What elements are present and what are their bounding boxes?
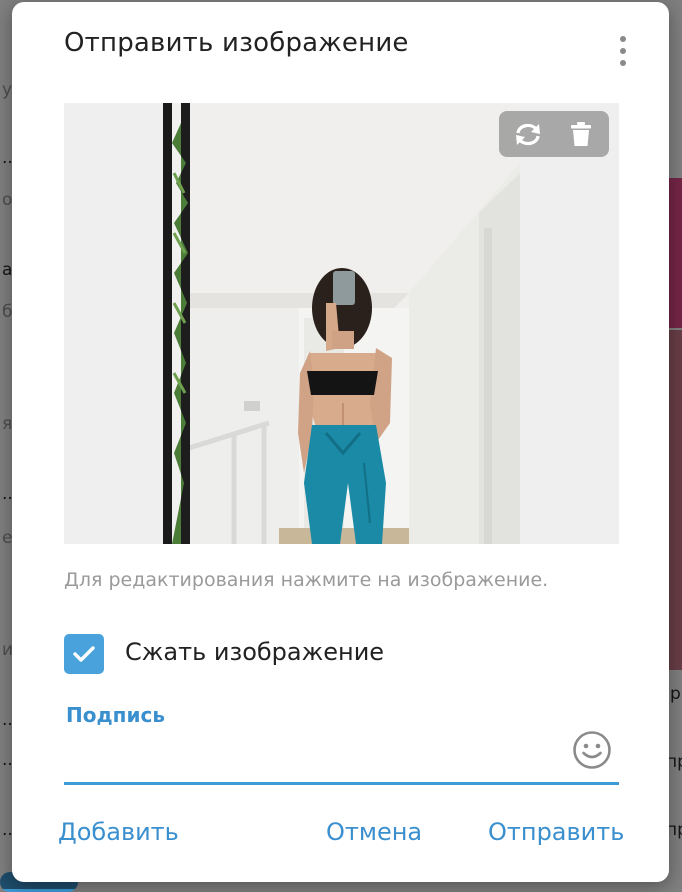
trash-icon[interactable] [554, 111, 609, 157]
caption-label: Подпись [66, 703, 165, 727]
compress-label[interactable]: Сжать изображение [125, 638, 384, 666]
edit-hint: Для редактирования нажмите на изображени… [64, 569, 549, 591]
check-icon [73, 646, 95, 662]
send-image-dialog: Отправить изображение Для редактирования… [12, 2, 669, 882]
caption-input[interactable] [64, 740, 568, 778]
caption-underline [64, 782, 619, 785]
replace-icon[interactable] [499, 111, 554, 157]
dialog-title: Отправить изображение [64, 28, 409, 58]
preview-photo [163, 103, 520, 544]
add-button[interactable]: Добавить [58, 818, 179, 846]
more-vertical-icon[interactable] [612, 34, 634, 68]
photo-toolbar [499, 111, 609, 157]
image-preview[interactable] [64, 103, 619, 544]
smile-icon[interactable] [572, 730, 612, 770]
send-button[interactable]: Отправить [488, 818, 624, 846]
compress-checkbox[interactable] [64, 634, 104, 674]
cancel-button[interactable]: Отмена [326, 818, 422, 846]
